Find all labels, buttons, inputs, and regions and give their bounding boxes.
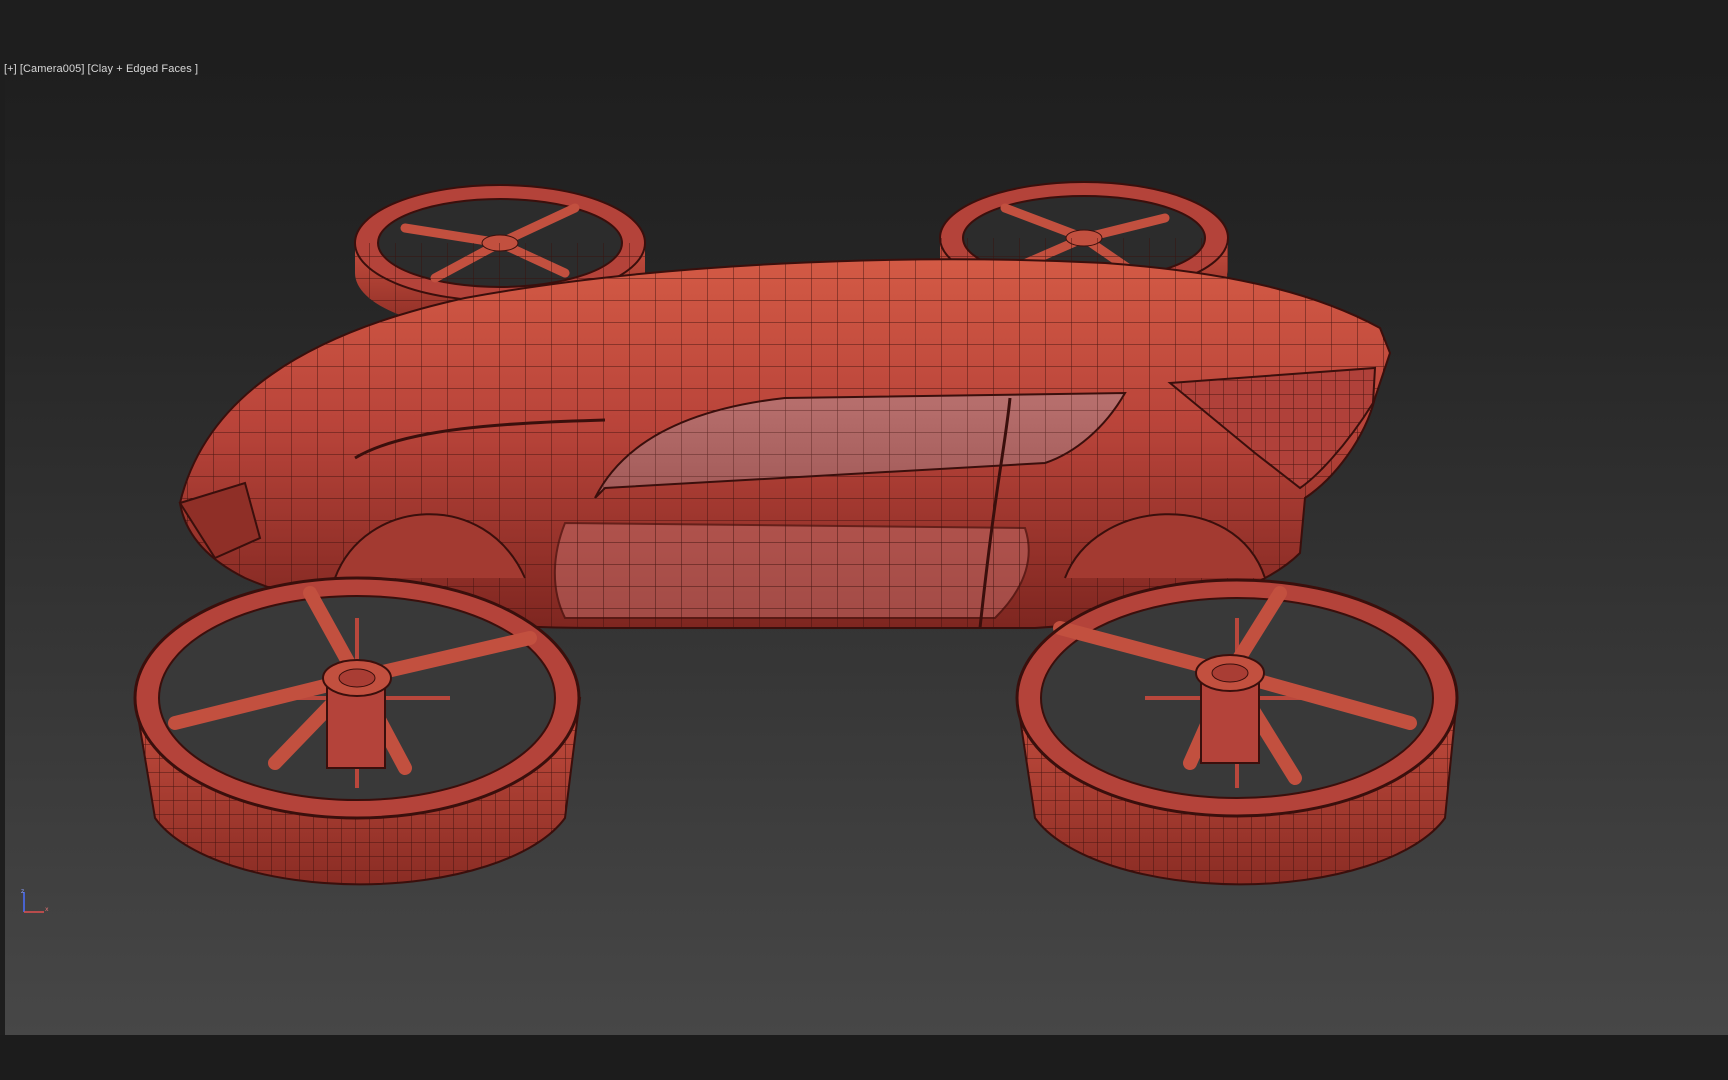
front-right-rotor <box>1015 578 1459 886</box>
flying-car-model <box>133 181 1459 886</box>
car-body <box>178 258 1392 629</box>
viewport-menu-button[interactable]: [+] <box>4 63 17 75</box>
viewport-shading-label[interactable]: [Clay + Edged Faces ] <box>88 63 199 75</box>
viewport-camera-label[interactable]: [Camera005] <box>20 63 85 75</box>
front-left-rotor <box>133 576 582 886</box>
svg-text:x: x <box>45 906 49 913</box>
perspective-viewport[interactable]: z x <box>5 58 1728 1035</box>
axis-gizmo-icon: z x <box>21 888 49 913</box>
viewport-label[interactable]: [+] [Camera005] [Clay + Edged Faces ] <box>4 63 201 75</box>
svg-text:z: z <box>21 888 24 895</box>
max-viewport-window: [+] [Camera005] [Clay + Edged Faces ] z … <box>0 0 1728 1080</box>
status-bar <box>0 1035 1728 1080</box>
